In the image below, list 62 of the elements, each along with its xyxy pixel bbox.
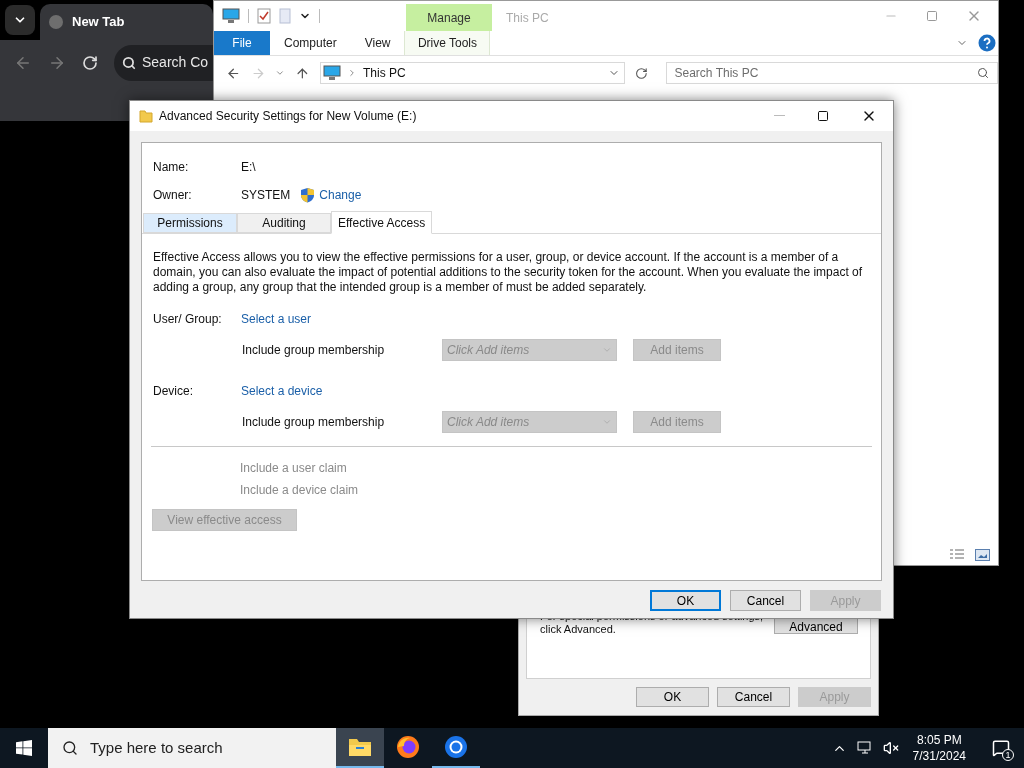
computer-icon <box>323 65 342 81</box>
address-bar[interactable]: This PC <box>320 62 625 84</box>
search-field[interactable]: Search This PC <box>665 62 998 84</box>
search-icon <box>62 740 78 756</box>
change-link[interactable]: Change <box>319 186 362 204</box>
address-text: This PC <box>363 65 406 82</box>
help-icon[interactable] <box>978 34 996 52</box>
ribbon-tab[interactable]: Drive Tools <box>404 31 491 55</box>
window-title: This PC <box>506 10 549 27</box>
membership-label: Include group membership <box>242 342 386 359</box>
maximize-icon <box>817 110 829 122</box>
shield-icon <box>300 187 316 203</box>
search-icon <box>122 55 136 70</box>
field-value: SYSTEM <box>241 187 291 204</box>
network-icon[interactable] <box>856 741 873 755</box>
dialog-button[interactable]: Cancel <box>730 590 801 611</box>
properties-icon[interactable] <box>257 8 271 24</box>
search-placeholder: Type here to search <box>90 737 223 758</box>
folder-icon <box>348 737 372 757</box>
search-placeholder: Search This PC <box>674 65 759 82</box>
ribbon-tab[interactable]: File <box>214 31 270 55</box>
large-icons-view-icon[interactable] <box>975 549 990 561</box>
tab-title: New Tab <box>72 13 125 32</box>
taskbar-search-field[interactable]: Type here to search <box>48 728 336 768</box>
tab[interactable]: Effective Access <box>331 211 433 234</box>
dialog-button[interactable]: OK <box>650 590 721 611</box>
clock[interactable]: 8:05 PM 7/31/2024 <box>908 732 970 764</box>
ribbon-tab[interactable]: View <box>350 31 405 55</box>
principal-label: Device: <box>153 383 194 400</box>
clock-date: 7/31/2024 <box>912 748 966 764</box>
membership-label: Include group membership <box>242 414 386 431</box>
browser-tab[interactable]: New Tab <box>40 4 213 40</box>
reload-icon <box>82 54 98 71</box>
principal-label: User/ Group: <box>153 311 223 328</box>
recent-locations-icon <box>275 68 286 78</box>
notification-count: 1 <box>1002 749 1014 761</box>
description-text: Effective Access allows you to view the effective permissions for a user, group, or device account. If the account is a member of a domain, you can also evaluate the impact of potential additions to the security token for the account. When you evaluate the impact of adding a group, any group that the intended group is a member of must be added separately. <box>153 250 864 295</box>
ribbon-tab[interactable]: Computer <box>270 31 351 55</box>
dialog-title: Advanced Security Settings for New Volume (E:) <box>159 108 417 125</box>
field-label: Name: <box>153 159 190 176</box>
notifications-button[interactable]: 1 <box>986 733 1016 763</box>
computer-icon <box>222 8 240 24</box>
maximize-icon <box>926 10 938 22</box>
refresh-icon <box>634 66 648 80</box>
tab-list-button[interactable] <box>5 5 35 35</box>
dialog-button[interactable]: Cancel <box>717 687 790 707</box>
tab[interactable]: Permissions <box>143 213 237 233</box>
folder-icon <box>139 109 153 123</box>
windows-logo-icon <box>16 740 32 756</box>
taskbar-app[interactable] <box>336 728 384 768</box>
search-icon <box>977 67 989 79</box>
field-value: E:\ <box>241 159 256 176</box>
address-bar[interactable]: Search Co <box>114 44 213 81</box>
dialog-button[interactable]: OK <box>636 687 709 707</box>
clock-time: 8:05 PM <box>916 732 962 748</box>
address-placeholder: Search Co <box>142 53 209 72</box>
muted-speaker-icon <box>882 740 899 756</box>
field-label: Owner: <box>153 187 193 204</box>
context-tab-group: Manage <box>406 4 492 31</box>
tab[interactable]: Auditing <box>237 213 331 233</box>
notifications-icon <box>992 739 1010 757</box>
browser-icon <box>444 735 468 759</box>
